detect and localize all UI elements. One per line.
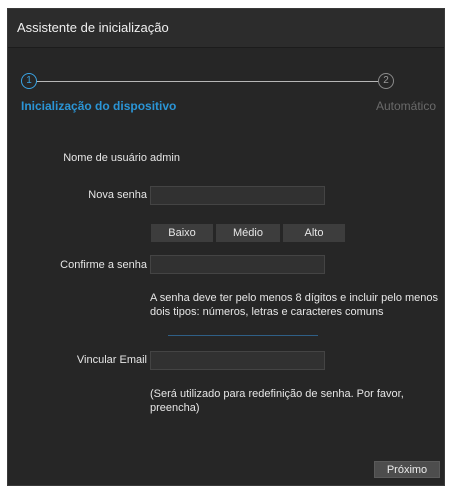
email-input[interactable] (150, 351, 325, 370)
new-password-label: Nova senha (88, 189, 147, 201)
step-2-indicator: 2 (378, 73, 394, 89)
password-hint: A senha deve ter pelo menos 8 dígitos e … (150, 292, 439, 318)
strength-low: Baixo (151, 224, 213, 242)
step-connector-line (36, 81, 378, 82)
strength-high: Alto (283, 224, 345, 242)
step-2-label: Automático (375, 99, 436, 113)
username-value: admin (150, 152, 180, 164)
section-divider (168, 335, 318, 336)
email-label: Vincular Email (76, 354, 147, 366)
step-1-label: Inicialização do dispositivo (21, 99, 177, 113)
window-title: Assistente de inicialização (8, 9, 444, 48)
init-wizard-dialog: Assistente de inicialização 1 2 Iniciali… (7, 8, 445, 486)
strength-medium: Médio (216, 224, 280, 242)
confirm-password-input[interactable] (150, 255, 325, 274)
new-password-input[interactable] (150, 186, 325, 205)
confirm-password-label: Confirme a senha (60, 259, 147, 271)
email-hint: (Será utilizado para redefinição de senh… (150, 388, 404, 414)
step-progress: 1 2 Inicialização do dispositivo Automát… (8, 48, 444, 118)
username-label: Nome de usuário (63, 152, 147, 164)
next-button[interactable]: Próximo (374, 461, 440, 478)
step-1-indicator: 1 (21, 73, 37, 89)
